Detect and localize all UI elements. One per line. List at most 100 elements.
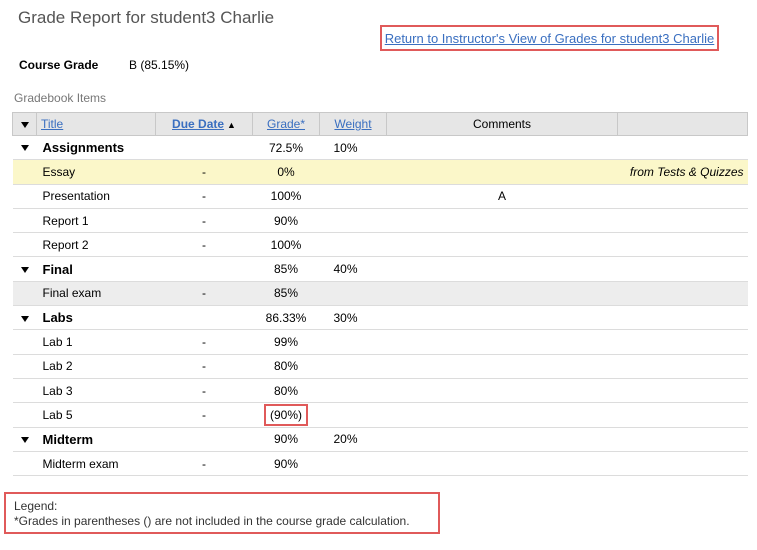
collapse-category-icon xyxy=(20,266,29,273)
collapse-category-icon xyxy=(20,315,29,322)
table-row: Lab 3-80% xyxy=(12,378,748,404)
comment-cell xyxy=(386,402,618,428)
due-date-cell: - xyxy=(155,281,253,307)
collapse-category-toggle[interactable] xyxy=(12,135,37,161)
category-row: Labs 86.33% 30% xyxy=(12,305,748,331)
gradebook-items-label: Gradebook Items xyxy=(14,91,107,105)
source-note-cell xyxy=(617,256,748,282)
weight-cell: 10% xyxy=(319,135,387,161)
comment-cell xyxy=(386,208,618,234)
comment-cell xyxy=(386,354,618,379)
comment-cell xyxy=(386,281,618,307)
source-note-cell xyxy=(617,402,748,428)
comment-cell xyxy=(386,256,618,282)
legend: Legend: *Grades in parentheses () are no… xyxy=(4,492,440,534)
table-header-row: Title Due Date ▲ Grade* Weight Comments xyxy=(12,112,748,136)
collapse-all-toggle[interactable] xyxy=(12,112,37,136)
weight-cell xyxy=(319,208,387,234)
category-title: Final xyxy=(36,256,156,282)
item-title: Report 2 xyxy=(36,232,156,258)
due-date-cell xyxy=(155,135,253,161)
item-title: Report 1 xyxy=(36,208,156,234)
grade-cell: 0% xyxy=(252,159,320,185)
due-date-cell: - xyxy=(155,329,253,355)
comment-cell xyxy=(386,427,618,452)
item-title: Final exam xyxy=(36,281,156,307)
grade-cell: 99% xyxy=(252,329,320,355)
category-title: Midterm xyxy=(36,427,156,452)
due-date-cell: - xyxy=(155,208,253,234)
row-spacer xyxy=(12,232,37,258)
item-title: Lab 5 xyxy=(36,402,156,428)
item-title: Lab 1 xyxy=(36,329,156,355)
collapse-category-icon xyxy=(20,437,29,444)
weight-cell xyxy=(319,184,387,209)
sort-by-weight-link[interactable]: Weight xyxy=(334,117,371,131)
legend-heading: Legend: xyxy=(14,499,58,513)
due-date-cell xyxy=(155,305,253,331)
title-column-header: Title xyxy=(36,112,156,136)
sort-by-grade-link[interactable]: Grade* xyxy=(267,117,305,131)
table-row: Lab 2-80% xyxy=(12,354,748,379)
course-grade-label: Course Grade xyxy=(19,58,99,72)
row-spacer xyxy=(12,354,37,379)
grade-cell: 100% xyxy=(252,184,320,209)
table-row: Midterm exam -90% xyxy=(12,451,748,477)
table-row: Essay -0% from Tests & Quizzes xyxy=(12,159,748,185)
collapse-category-toggle[interactable] xyxy=(12,256,37,282)
weight-cell xyxy=(319,354,387,379)
course-grade-value: B (85.15%) xyxy=(129,58,190,72)
comment-cell xyxy=(386,232,618,258)
grade-cell: 90% xyxy=(252,208,320,234)
table-row: Report 2-100% xyxy=(12,232,748,258)
comments-column-header: Comments xyxy=(386,112,618,136)
source-note-cell xyxy=(617,305,748,331)
table-row: Report 1-90% xyxy=(12,208,748,234)
table-row: Lab 1-99% xyxy=(12,329,748,355)
source-note-cell xyxy=(617,281,748,307)
row-spacer xyxy=(12,378,37,404)
weight-cell xyxy=(319,378,387,404)
comment-cell xyxy=(386,378,618,404)
row-spacer xyxy=(12,208,37,234)
extra-column-header xyxy=(617,112,748,136)
weight-cell: 40% xyxy=(319,256,387,282)
comment-cell xyxy=(386,329,618,355)
sort-ascending-icon: ▲ xyxy=(227,119,236,130)
source-note-cell xyxy=(617,329,748,355)
category-row: Assignments 72.5% 10% xyxy=(12,135,748,161)
row-spacer xyxy=(12,281,37,307)
grade-cell: 86.33% xyxy=(252,305,320,331)
grade-cell: 80% xyxy=(252,378,320,404)
sort-by-due-date-link[interactable]: Due Date xyxy=(172,117,224,131)
return-to-instructor-view-link[interactable]: Return to Instructor's View of Grades fo… xyxy=(385,31,715,46)
due-date-cell: - xyxy=(155,354,253,379)
weight-cell xyxy=(319,451,387,477)
row-spacer xyxy=(12,184,37,209)
collapse-category-toggle[interactable] xyxy=(12,305,37,331)
grade-cell: 85% xyxy=(252,281,320,307)
source-note-cell xyxy=(617,208,748,234)
gradebook-table: Title Due Date ▲ Grade* Weight Comments A… xyxy=(12,112,748,477)
grade-cell: 85% xyxy=(252,256,320,282)
weight-cell xyxy=(319,281,387,307)
due-date-cell xyxy=(155,427,253,452)
due-date-cell: - xyxy=(155,159,253,185)
source-note-cell xyxy=(617,184,748,209)
excluded-grade-highlight: (90%) xyxy=(263,403,308,426)
item-title: Lab 3 xyxy=(36,378,156,404)
weight-cell xyxy=(319,402,387,428)
source-note-cell xyxy=(617,232,748,258)
row-spacer xyxy=(12,451,37,477)
due-date-column-header: Due Date ▲ xyxy=(155,112,253,136)
grade-cell: 72.5% xyxy=(252,135,320,161)
collapse-all-icon xyxy=(20,121,29,128)
sort-by-title-link[interactable]: Title xyxy=(41,117,63,131)
weight-column-header: Weight xyxy=(319,112,387,136)
collapse-category-toggle[interactable] xyxy=(12,427,37,452)
return-link-highlight: Return to Instructor's View of Grades fo… xyxy=(380,25,719,51)
collapse-category-icon xyxy=(20,145,29,152)
category-row: Final 85% 40% xyxy=(12,256,748,282)
grade-column-header: Grade* xyxy=(252,112,320,136)
table-row: Presentation -100% A xyxy=(12,184,748,209)
